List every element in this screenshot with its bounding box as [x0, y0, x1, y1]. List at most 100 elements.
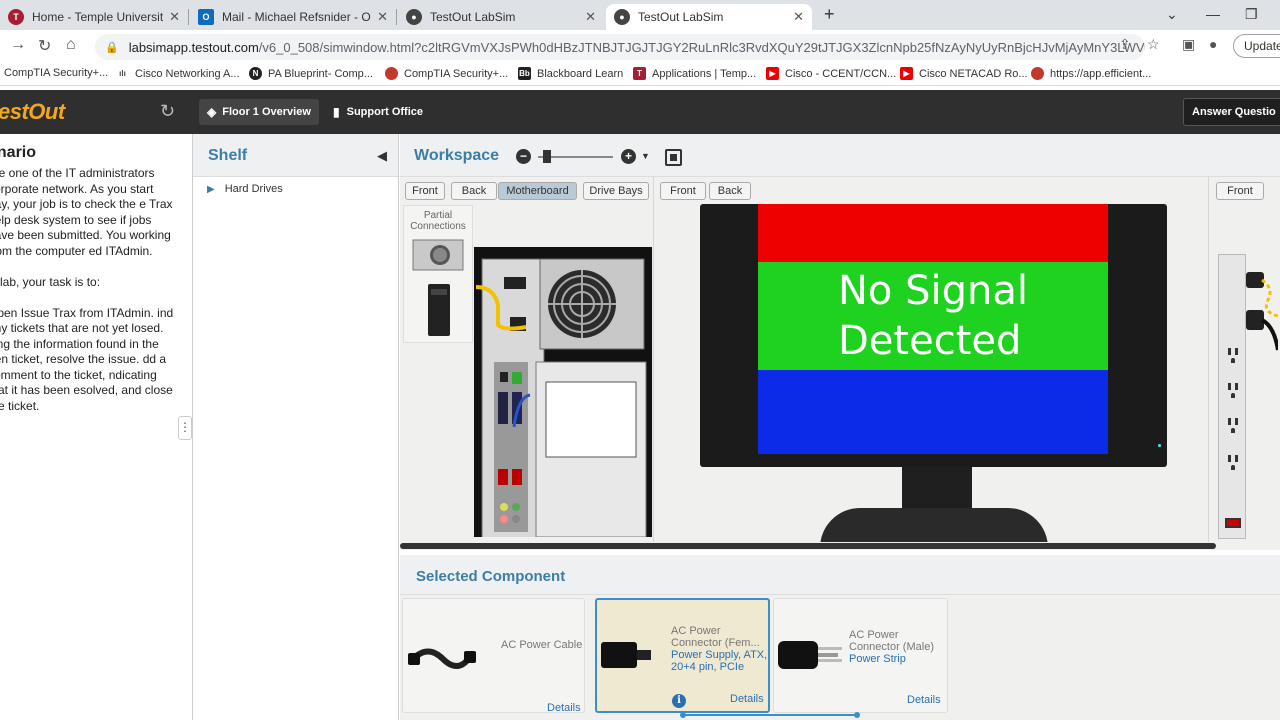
shelf-item-label: Hard Drives — [224, 183, 283, 195]
details-link[interactable]: Details — [907, 694, 941, 706]
monitor[interactable]: No Signal Detected — [700, 204, 1167, 467]
fit-to-screen-icon[interactable] — [665, 149, 682, 166]
back-arrow-icon[interactable]: → — [10, 36, 26, 54]
efficient-icon — [1031, 67, 1044, 80]
minimize-icon[interactable]: — — [1206, 6, 1220, 22]
component-name: AC Power Connector (Male) — [849, 629, 934, 653]
sidebar-icon[interactable]: ▣ — [1182, 36, 1195, 53]
panel-resize-handle-icon[interactable]: ⋮ — [178, 416, 192, 440]
home-icon[interactable]: ⌂ — [66, 36, 76, 54]
support-office-label: Support Office — [346, 106, 423, 118]
tab-testout-labsim-1[interactable]: ● TestOut LabSim ✕ — [398, 4, 604, 30]
bookmark-item[interactable]: https://app.efficient... — [1031, 67, 1151, 80]
youtube-icon: ▶ — [766, 67, 779, 80]
outlet-icon[interactable] — [1225, 380, 1241, 402]
scenario-title: enario — [0, 144, 37, 161]
new-tab-icon[interactable]: + — [824, 4, 835, 25]
shelf-item-hard-drives[interactable]: ▶ Hard Drives — [207, 183, 283, 195]
url-field[interactable]: 🔒 labsimapp.testout.com /v6_0_508/simwin… — [95, 34, 1145, 60]
details-link[interactable]: Details — [547, 702, 581, 714]
tab-search-chevron-icon[interactable]: ⌄ — [1166, 6, 1178, 23]
answer-questions-button[interactable]: Answer Questio — [1183, 98, 1280, 126]
component-carousel-indicator[interactable] — [680, 712, 860, 718]
maximize-icon[interactable]: ❐ — [1245, 6, 1258, 23]
carousel-dot[interactable] — [680, 712, 686, 718]
zoom-slider-thumb[interactable] — [543, 150, 551, 163]
close-tab-icon[interactable]: ✕ — [793, 9, 804, 25]
zoom-in-icon[interactable]: + — [621, 149, 636, 164]
monitor-back-button[interactable]: Back — [709, 182, 751, 200]
workspace-title: Workspace — [414, 147, 500, 164]
scenario-paragraph: is lab, your task is to: — [0, 274, 101, 289]
outlet-icon[interactable] — [1225, 415, 1241, 437]
strip-front-button[interactable]: Front — [1216, 182, 1264, 200]
update-button[interactable]: Update — [1233, 34, 1280, 58]
monitor-power-led — [1158, 444, 1161, 447]
monitor-front-button[interactable]: Front — [660, 182, 706, 200]
screen-red-band — [758, 204, 1108, 262]
tab-testout-labsim-active[interactable]: ● TestOut LabSim ✕ — [606, 4, 812, 30]
tab-temple-portal[interactable]: T Home - Temple University Portal ✕ — [0, 4, 188, 30]
component-card-ac-power-connector-male[interactable]: AC Power Connector (Male) Power Strip De… — [773, 598, 948, 713]
bookmark-star-icon[interactable]: ☆ — [1147, 36, 1160, 53]
power-strip-switch[interactable] — [1225, 518, 1241, 528]
bookmark-item[interactable]: ▶ Cisco - CCENT/CCN... — [766, 67, 896, 80]
tab-outlook-mail[interactable]: O Mail - Michael Refsnider - Outlo ✕ — [190, 4, 396, 30]
reload-icon[interactable]: ↻ — [38, 36, 51, 56]
close-tab-icon[interactable]: ✕ — [377, 9, 388, 25]
pc-drive-bays-button[interactable]: Drive Bays — [583, 182, 649, 200]
component-card-ac-power-connector-female[interactable]: AC Power Connector (Fem... Power Supply,… — [595, 598, 770, 713]
power-supply-thumbnail-icon[interactable] — [412, 239, 464, 271]
bookmark-label: PA Blueprint- Comp... — [268, 67, 373, 80]
horizontal-scrollbar-thumb[interactable] — [400, 543, 1216, 549]
collapse-left-icon[interactable]: ◀ — [377, 148, 387, 164]
component-card-ac-power-cable[interactable]: AC Power Cable Details — [402, 598, 585, 714]
browser-tab-bar: T Home - Temple University Portal ✕ O Ma… — [0, 0, 1280, 30]
profile-icon[interactable]: ● — [1209, 36, 1217, 52]
monitor-screen: No Signal Detected — [758, 204, 1108, 454]
support-office-button[interactable]: ▮ Support Office — [325, 99, 431, 125]
details-link[interactable]: Details — [730, 693, 764, 705]
url-host: labsimapp.testout.com — [128, 39, 259, 55]
bookmark-item[interactable]: CompTIA Security+... — [4, 67, 108, 79]
outlet-icon[interactable] — [1225, 452, 1241, 474]
expand-triangle-icon: ▶ — [207, 183, 215, 195]
bookmark-item[interactable]: Bb Blackboard Learn — [518, 67, 623, 80]
floor-overview-button[interactable]: ◈ Floor 1 Overview — [199, 99, 319, 125]
refresh-icon[interactable]: ↻ — [160, 101, 175, 122]
pc-motherboard-button[interactable]: Motherboard — [498, 182, 577, 200]
pc-back-button[interactable]: Back — [451, 182, 497, 200]
bookmark-label: Cisco Networking A... — [135, 67, 240, 80]
selected-component-title: Selected Component — [416, 568, 566, 585]
no-signal-message: No Signal Detected — [838, 266, 1028, 366]
power-connector-female-icon — [601, 642, 651, 668]
pc-case-thumbnail-icon[interactable] — [428, 284, 450, 336]
zoom-dropdown-icon[interactable]: ▼ — [641, 151, 650, 161]
selected-component-panel: Selected Component AC Power Cable Detail… — [400, 555, 1280, 720]
bookmark-item[interactable]: ılı Cisco Networking A... — [116, 67, 240, 80]
address-bar-row: → ↻ ⌂ 🔒 labsimapp.testout.com /v6_0_508/… — [0, 30, 1280, 63]
bookmark-item[interactable]: N PA Blueprint- Comp... — [249, 67, 373, 80]
workspace-panel: Workspace − + ▼ Front Back Motherboard D… — [400, 134, 1280, 550]
info-icon[interactable]: i — [672, 694, 686, 708]
zoom-out-icon[interactable]: − — [516, 149, 531, 164]
no-signal-line2: Detected — [838, 318, 1022, 364]
shelf-panel: Shelf ◀ ▶ Hard Drives — [193, 134, 399, 720]
floor-overview-label: Floor 1 Overview — [222, 106, 311, 118]
bookmark-item[interactable]: ▶ Cisco NETACAD Ro... — [900, 67, 1028, 80]
temple-icon: T — [633, 67, 646, 80]
scenario-paragraph: are one of the IT administrators corpora… — [0, 166, 173, 258]
shelf-header: Shelf ◀ — [193, 134, 398, 177]
close-tab-icon[interactable]: ✕ — [169, 9, 180, 25]
close-tab-icon[interactable]: ✕ — [585, 9, 596, 25]
url-path: /v6_0_508/simwindow.html?c2ltRGVmVXJsPWh… — [258, 39, 1145, 55]
share-icon[interactable]: ⇪ — [1119, 36, 1131, 53]
pc-back-view[interactable] — [474, 247, 654, 537]
pc-front-button[interactable]: Front — [405, 182, 445, 200]
carousel-dot[interactable] — [854, 712, 860, 718]
app-header: estOut ↻ ◈ Floor 1 Overview ▮ Support Of… — [0, 90, 1280, 134]
bookmark-item[interactable]: CompTIA Security+... — [385, 67, 508, 80]
plugged-cables[interactable] — [1238, 270, 1278, 365]
bookmark-item[interactable]: T Applications | Temp... — [633, 67, 756, 80]
scenario-panel: enario are one of the IT administrators … — [0, 134, 193, 720]
